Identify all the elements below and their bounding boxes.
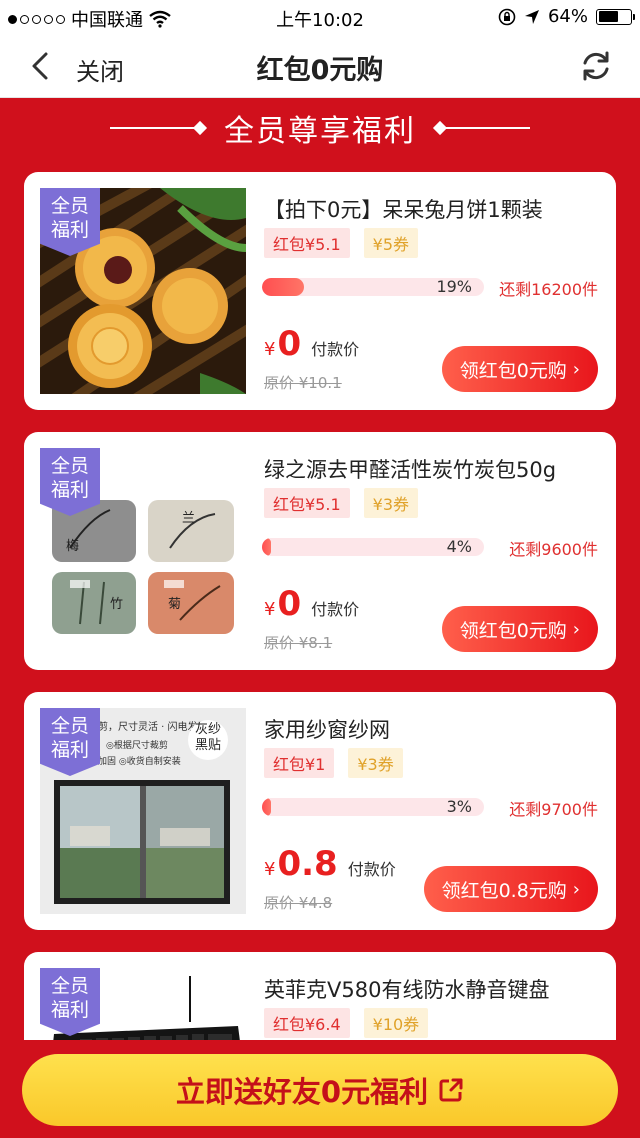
banner-divider-right xyxy=(438,127,530,129)
product-title[interactable]: 绿之源去甲醛活性炭竹炭包50g xyxy=(264,454,556,484)
product-image-mooncake[interactable]: 全员 福利 xyxy=(40,188,246,394)
product-image-charcoal-bags[interactable]: 梅 兰 竹 菊 全员 福利 xyxy=(40,448,246,654)
svg-text:竹: 竹 xyxy=(110,597,123,612)
welfare-tag: 全员 福利 xyxy=(40,968,100,1036)
claim-hongbao-button[interactable]: 领红包0.8元购 › xyxy=(423,866,598,912)
original-price: 原价 ¥10.1 xyxy=(264,374,342,392)
banner-title: 全员尊享福利 xyxy=(224,114,416,149)
welfare-tag: 全员 福利 xyxy=(40,448,100,516)
chevron-left-icon xyxy=(32,52,48,80)
orientation-lock-icon xyxy=(498,8,516,25)
location-arrow-icon xyxy=(524,9,539,24)
hongbao-badge: 红包¥5.1 xyxy=(264,488,350,518)
product-card[interactable]: 全员 福利 【拍下0元】呆呆兔月饼1颗装 红包¥5.1 ¥5券 19% 还剩162… xyxy=(24,172,616,410)
payment-price: ¥0 付款价 xyxy=(264,584,360,624)
product-title[interactable]: 【拍下0元】呆呆兔月饼1颗装 xyxy=(264,194,543,224)
payment-price: ¥0.8 付款价 xyxy=(264,844,396,884)
coupon-badge: ¥10券 xyxy=(363,1008,429,1038)
hongbao-badge: 红包¥1 xyxy=(264,748,335,778)
section-banner: 全员尊享福利 xyxy=(0,98,640,158)
close-button[interactable]: 关闭 xyxy=(76,52,124,87)
product-title[interactable]: 英菲克V580有线防水静音键盘 xyxy=(264,974,549,1004)
chevron-right-icon: › xyxy=(572,618,580,640)
coupon-badge: ¥3券 xyxy=(363,488,419,518)
banner-divider-left xyxy=(110,127,202,129)
chevron-right-icon: › xyxy=(572,878,580,900)
back-button[interactable] xyxy=(22,48,58,84)
svg-text:梅: 梅 xyxy=(66,539,79,554)
battery-icon xyxy=(596,8,635,25)
progress-percent: 4% xyxy=(446,537,472,556)
claim-hongbao-button[interactable]: 领红包0元购 › xyxy=(441,606,598,652)
remaining-stock: 还剩16200件 xyxy=(499,280,598,299)
chevron-right-icon: › xyxy=(572,358,580,380)
product-card[interactable]: 梅 兰 竹 菊 全员 福利 绿之源去甲醛活性炭竹炭包50g 红包¥5.1 ¥3券 … xyxy=(24,432,616,670)
product-image-window-screen[interactable]: 剪，尺寸灵活 · 闪电发货 ◎根据尺寸裁剪 加固 ◎收货自制安装 灰纱 黑贴 全… xyxy=(40,708,246,914)
remaining-stock: 还剩9700件 xyxy=(509,800,598,819)
payment-price: ¥0 付款价 xyxy=(264,324,360,364)
coupon-badge: ¥3券 xyxy=(348,748,403,778)
refresh-button[interactable] xyxy=(578,48,614,84)
product-title[interactable]: 家用纱窗纱网 xyxy=(264,714,390,744)
welfare-tag: 全员 福利 xyxy=(40,188,100,256)
gray-yarn-black-label: 灰纱 黑贴 xyxy=(194,722,221,753)
refresh-icon xyxy=(583,51,609,81)
svg-text:◎根据尺寸裁剪: ◎根据尺寸裁剪 xyxy=(106,739,168,751)
progress-percent: 3% xyxy=(446,797,472,816)
product-card[interactable]: 剪，尺寸灵活 · 闪电发货 ◎根据尺寸裁剪 加固 ◎收货自制安装 灰纱 黑贴 全… xyxy=(24,692,616,930)
svg-text:菊: 菊 xyxy=(168,597,181,612)
svg-text:加固 ◎收货自制安装: 加固 ◎收货自制安装 xyxy=(98,755,181,767)
original-price: 原价 ¥8.1 xyxy=(264,634,333,652)
original-price: 原价 ¥4.8 xyxy=(264,894,333,912)
status-bar: 中国联通 上午10:02 64% xyxy=(0,0,640,36)
progress-percent: 19% xyxy=(436,277,472,296)
share-to-friends-button[interactable]: 立即送好友0元福利 xyxy=(22,1054,618,1126)
coupon-badge: ¥5券 xyxy=(363,228,419,258)
claim-hongbao-button[interactable]: 领红包0元购 › xyxy=(441,346,598,392)
remaining-stock: 还剩9600件 xyxy=(509,540,598,559)
hongbao-badge: 红包¥5.1 xyxy=(264,228,350,258)
svg-text:兰: 兰 xyxy=(182,511,195,526)
welfare-tag: 全员 福利 xyxy=(40,708,100,776)
nav-bar: 关闭 红包0元购 xyxy=(0,36,640,98)
share-external-icon xyxy=(439,1078,463,1102)
hongbao-badge: 红包¥6.4 xyxy=(264,1008,350,1038)
battery-percent: 64% xyxy=(547,6,588,27)
